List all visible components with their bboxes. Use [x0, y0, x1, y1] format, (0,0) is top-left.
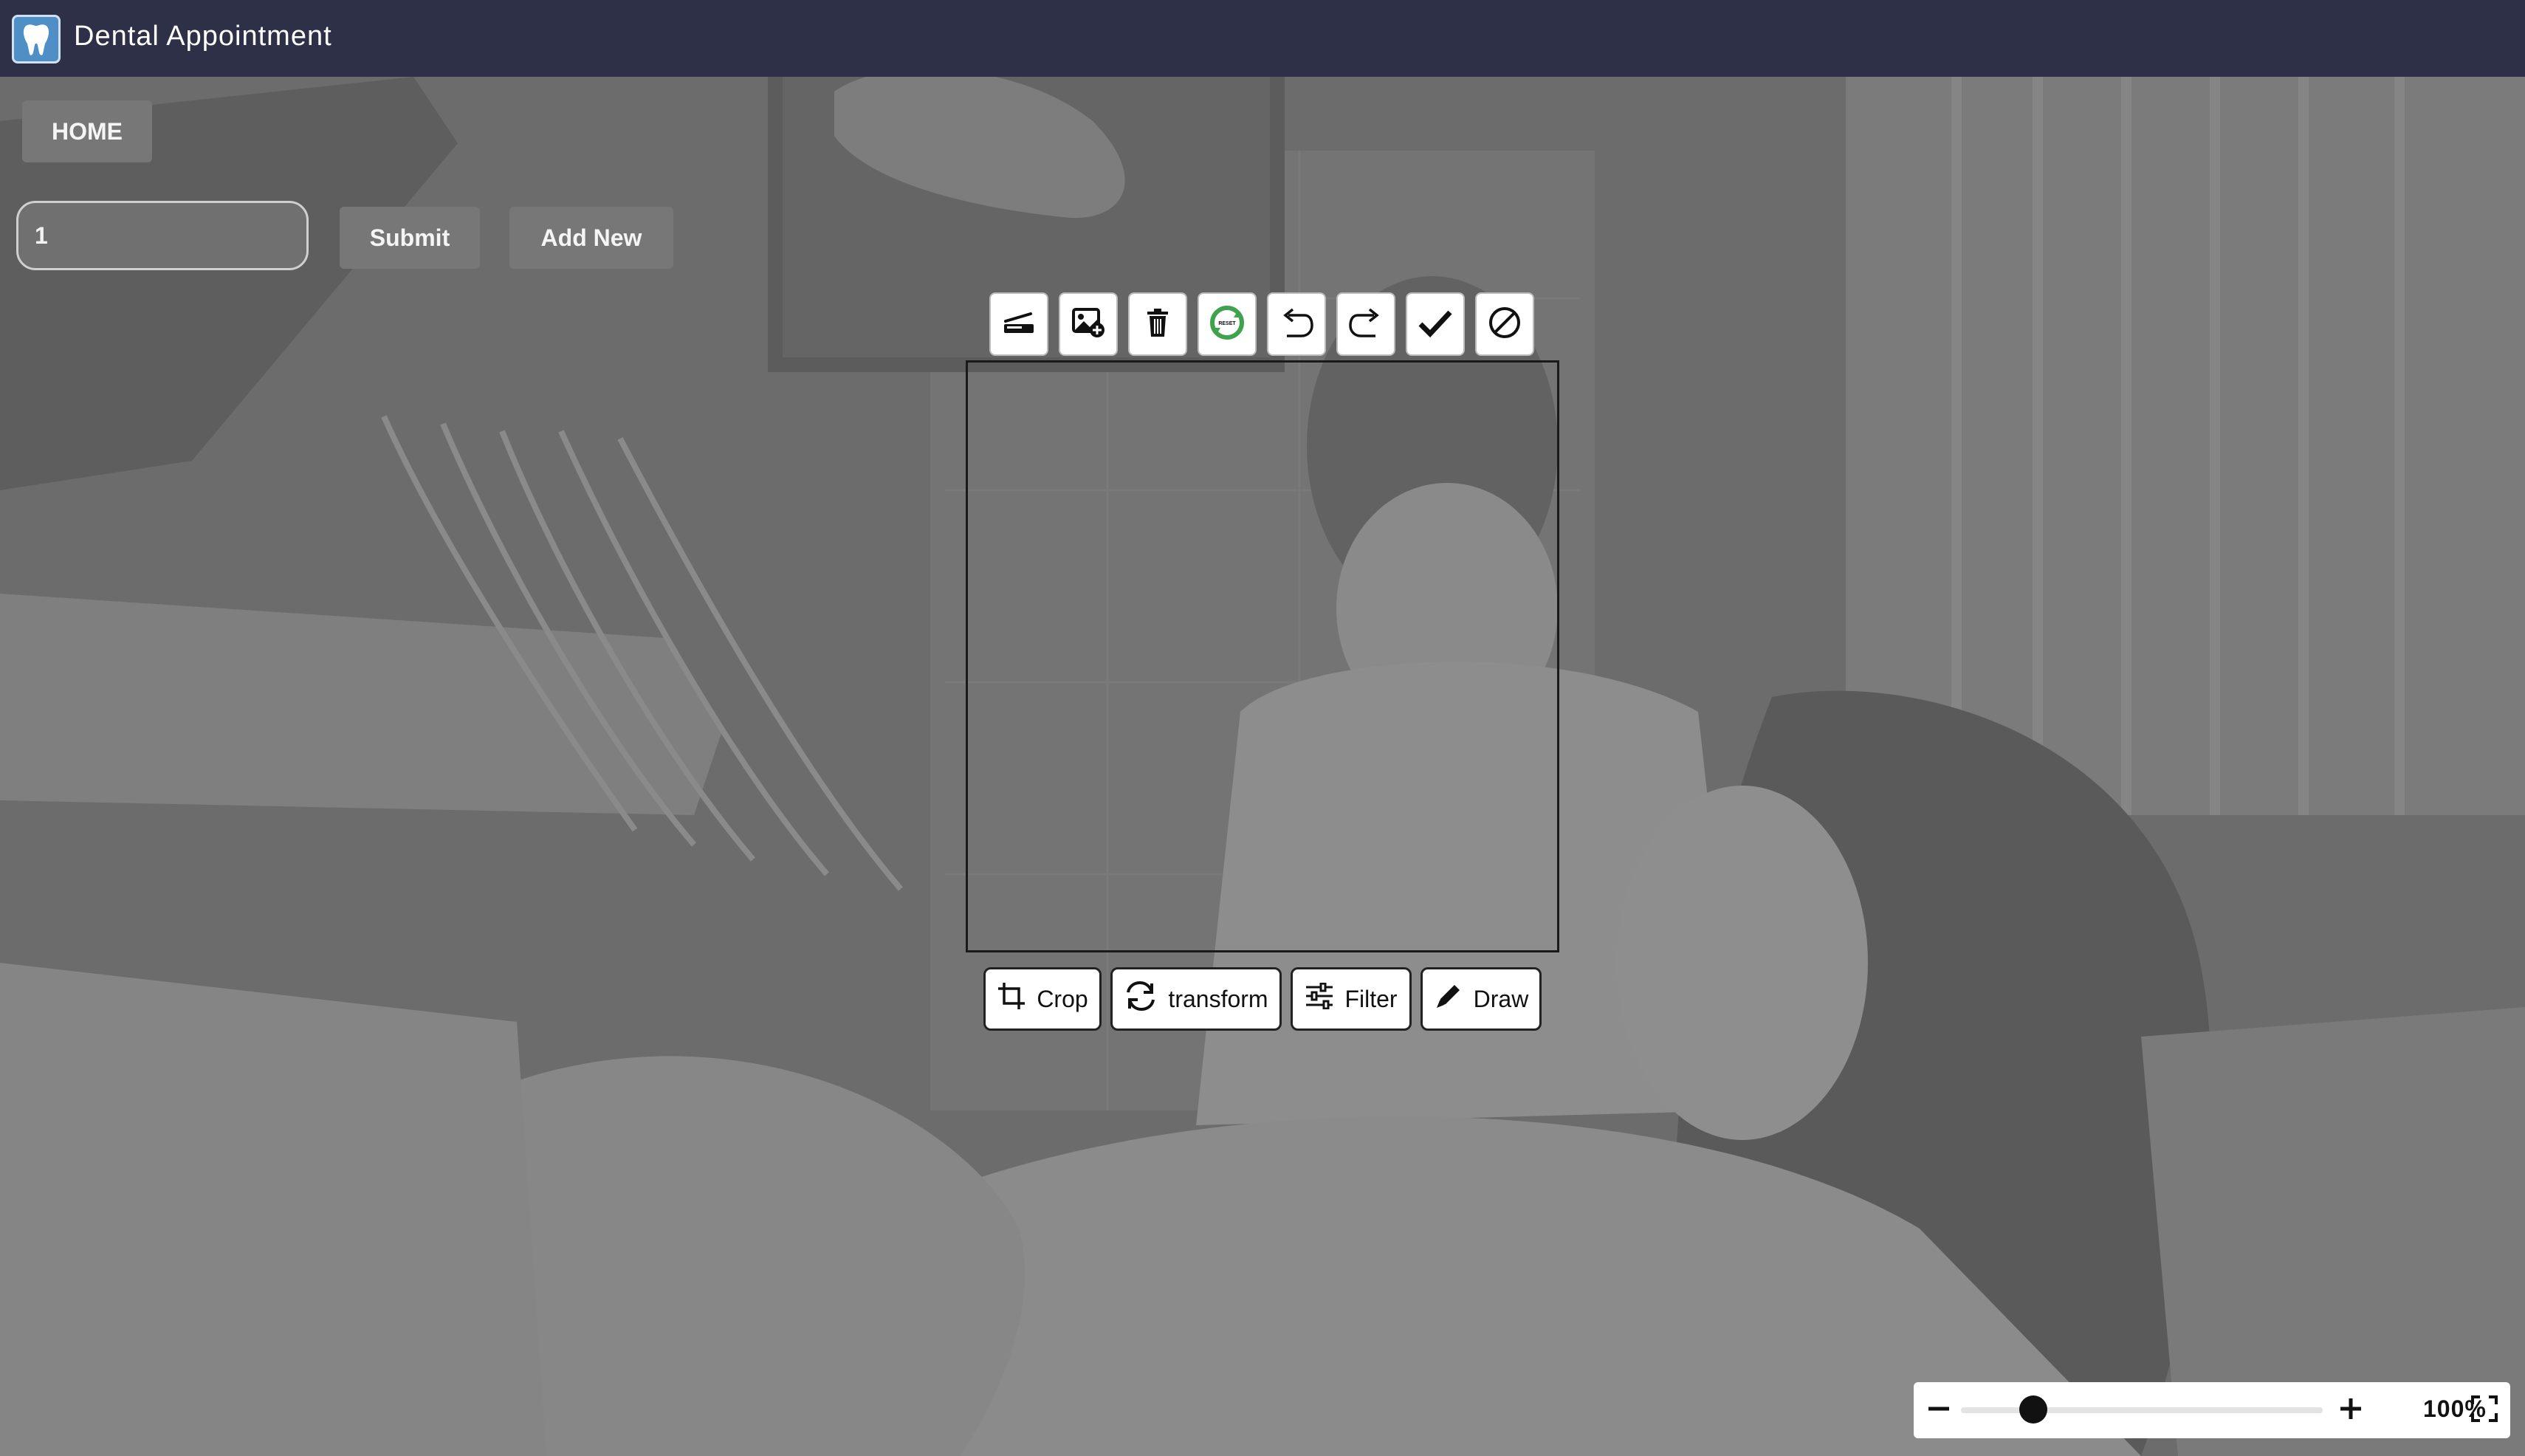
crop-frame[interactable] — [966, 360, 1559, 952]
load-icon — [1001, 308, 1037, 341]
tab-transform[interactable]: transform — [1110, 967, 1282, 1031]
undo-icon — [1278, 306, 1315, 343]
minus-icon — [1927, 1397, 1951, 1424]
zoom-slider-track[interactable] — [1961, 1407, 2323, 1413]
app-window: Dental Appointment HOME 1 Submit Add New… — [0, 0, 2525, 1456]
redo-icon — [1347, 306, 1384, 343]
tab-filter-label: Filter — [1344, 985, 1398, 1012]
apply-button[interactable] — [1406, 292, 1465, 356]
home-button[interactable]: HOME — [22, 100, 152, 162]
image-add-icon — [1071, 306, 1106, 343]
tab-filter[interactable]: Filter — [1291, 967, 1412, 1031]
sliders-icon — [1305, 982, 1334, 1015]
cancel-icon — [1487, 305, 1522, 344]
zoom-control-bar: 100% — [1914, 1382, 2510, 1438]
app-title: Dental Appointment — [74, 21, 332, 52]
cancel-button[interactable] — [1475, 292, 1534, 356]
redo-button[interactable] — [1336, 292, 1395, 356]
reset-icon-text: RESET — [1218, 321, 1236, 326]
title-bar: Dental Appointment — [0, 0, 2525, 77]
undo-button[interactable] — [1267, 292, 1326, 356]
zoom-out-button[interactable] — [1921, 1382, 1957, 1438]
plus-icon — [2339, 1397, 2363, 1424]
pencil-icon — [1434, 981, 1463, 1017]
tooth-logo-icon — [12, 15, 61, 63]
trash-icon — [1144, 307, 1171, 342]
reset-icon: RESET — [1209, 304, 1246, 345]
tab-draw[interactable]: Draw — [1420, 967, 1542, 1031]
delete-button[interactable] — [1128, 292, 1187, 356]
crop-icon — [997, 981, 1026, 1017]
tab-crop-label: Crop — [1037, 985, 1088, 1012]
fullscreen-button[interactable] — [2466, 1382, 2503, 1438]
add-image-button[interactable] — [1059, 292, 1118, 356]
appointment-id-input[interactable] — [16, 201, 309, 270]
reset-button[interactable]: RESET — [1198, 292, 1257, 356]
add-new-button[interactable]: Add New — [509, 207, 673, 269]
load-image-button[interactable] — [989, 292, 1048, 356]
submit-button[interactable]: Submit — [340, 207, 480, 269]
tab-crop[interactable]: Crop — [983, 967, 1102, 1031]
zoom-slider-thumb[interactable] — [2019, 1395, 2047, 1424]
tab-transform-label: transform — [1168, 985, 1268, 1012]
fullscreen-icon — [2471, 1395, 2498, 1426]
check-icon — [1418, 308, 1453, 341]
zoom-in-button[interactable] — [2333, 1382, 2368, 1438]
tab-draw-label: Draw — [1473, 985, 1529, 1012]
transform-icon — [1124, 979, 1158, 1019]
